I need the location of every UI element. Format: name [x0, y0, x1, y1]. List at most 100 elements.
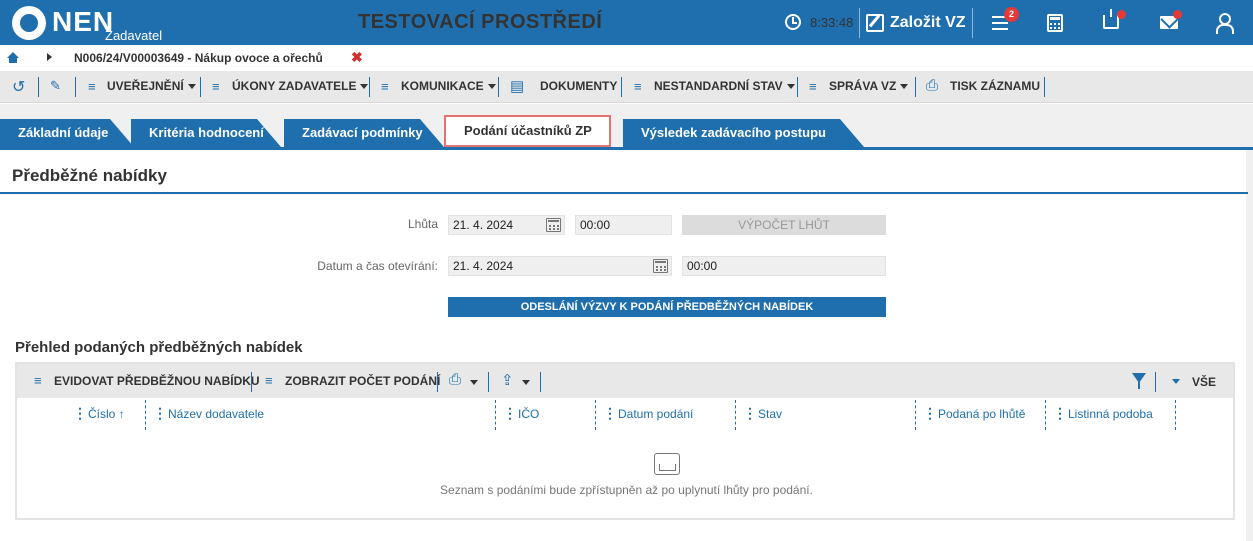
tab-conditions[interactable]: Zadávací podmínky [284, 119, 444, 147]
calendar-icon[interactable] [653, 259, 668, 273]
opening-time-field[interactable]: 00:00 [682, 256, 886, 276]
column-menu-icon[interactable]: ⋮ [743, 406, 757, 420]
calculator-icon[interactable] [1047, 14, 1063, 32]
record-offer-button[interactable]: EVIDOVAT PŘEDBĚŽNOU NABÍDKU [54, 374, 260, 388]
deadline-date-value: 21. 4. 2024 [453, 218, 514, 232]
list-icon: ≡ [381, 79, 389, 94]
toolbar-divider [488, 372, 489, 392]
column-submission-date[interactable]: Datum podání [618, 407, 693, 421]
chevron-down-icon [900, 84, 909, 90]
send-invitation-button[interactable]: ODESLÁNÍ VÝZVY K PODÁNÍ PŘEDBĚŽNÝCH NABÍ… [448, 297, 886, 317]
chevron-down-icon[interactable] [522, 380, 530, 385]
section-divider [0, 192, 1248, 194]
column-late-submission[interactable]: Podaná po lhůtě [938, 407, 1025, 421]
column-supplier-name[interactable]: Název dodavatele [168, 407, 264, 421]
opening-date-value: 21. 4. 2024 [453, 259, 514, 273]
opening-datetime-label: Datum a čas otevírání: [317, 259, 438, 273]
opening-date-field[interactable]: 21. 4. 2024 [448, 256, 672, 276]
toolbar-divider [1155, 372, 1156, 392]
user-icon[interactable] [1216, 13, 1234, 34]
chevron-down-icon [786, 84, 795, 90]
column-status[interactable]: Stav [758, 407, 782, 421]
export-icon[interactable]: ⇪ [501, 371, 514, 389]
chevron-down-icon [187, 84, 196, 90]
breadcrumb-title[interactable]: N006/24/V00003649 - Nákup ovoce a ořechů [74, 51, 323, 65]
deadline-label: Lhůta [407, 217, 438, 231]
session-time: 8:33:48 [810, 15, 854, 30]
publish-label: UVEŘEJNĚNÍ [107, 79, 184, 93]
environment-title: TESTOVACÍ PROSTŘEDÍ [358, 11, 603, 33]
print-icon[interactable]: ⎙ [449, 371, 461, 388]
grid-title: Přehled podaných předběžných nabídek [15, 339, 303, 356]
column-paper-form[interactable]: Listinná podoba [1068, 407, 1153, 421]
column-menu-icon[interactable]: ⋮ [1053, 406, 1067, 420]
deadline-time-field[interactable]: 00:00 [575, 215, 672, 235]
nonstandard-state-label: NESTANDARDNÍ STAV [654, 79, 783, 93]
calculate-deadlines-button[interactable]: VÝPOČET LHŮT [682, 215, 886, 235]
column-menu-icon[interactable]: ⋮ [503, 406, 517, 420]
clock-icon [785, 14, 801, 30]
toolbar-divider [75, 77, 76, 97]
toolbar-divider [437, 372, 438, 392]
tab-submissions[interactable]: Podání účastníků ZP [444, 115, 611, 147]
refresh-icon[interactable]: ↺ [12, 77, 25, 97]
document-icon: ▤ [510, 78, 525, 95]
manage-menu[interactable]: SPRÁVA VZ [829, 79, 909, 93]
list-icon: ≡ [212, 79, 220, 94]
header-divider [859, 8, 860, 38]
communication-label: KOMUNIKACE [401, 79, 484, 93]
inbox-notification-dot [1117, 10, 1126, 19]
chevron-down-icon [360, 84, 369, 90]
chevron-down-icon [487, 84, 496, 90]
column-menu-icon[interactable]: ⋮ [73, 406, 87, 420]
chevron-down-icon[interactable] [470, 380, 478, 385]
print-icon: ⎙ [926, 77, 939, 94]
list-icon: ≡ [809, 79, 817, 94]
toolbar-divider [1044, 77, 1045, 97]
acts-label: ÚKONY ZADAVATELE [232, 79, 357, 93]
tabs-underline [0, 147, 1253, 150]
nen-logo-icon[interactable] [12, 6, 46, 40]
menu-badge: 2 [1004, 7, 1019, 22]
tab-criteria[interactable]: Kritéria hodnocení [131, 119, 281, 147]
column-menu-icon[interactable]: ⋮ [153, 406, 167, 420]
toolbar-divider [915, 77, 916, 97]
deadline-time-value: 00:00 [580, 218, 611, 232]
create-procurement-button[interactable]: Založit VZ [866, 10, 966, 36]
communication-menu[interactable]: KOMUNIKACE [401, 79, 496, 93]
list-icon: ≡ [88, 79, 96, 94]
show-count-button[interactable]: ZOBRAZIT POČET PODÁNÍ [285, 374, 440, 388]
documents-button[interactable]: DOKUMENTY [540, 79, 617, 93]
section-title: Předběžné nabídky [12, 166, 167, 185]
create-procurement-label: Založit VZ [890, 14, 966, 31]
calendar-icon[interactable] [546, 218, 561, 232]
mail-notification-dot [1173, 10, 1182, 19]
publish-menu[interactable]: UVEŘEJNĚNÍ [107, 79, 196, 93]
inbox-icon[interactable] [1103, 9, 1119, 29]
home-icon[interactable] [7, 52, 19, 64]
column-divider [915, 400, 916, 430]
column-divider [1045, 400, 1046, 430]
column-menu-icon[interactable]: ⋮ [603, 406, 617, 420]
manage-label: SPRÁVA VZ [829, 79, 897, 93]
acts-menu[interactable]: ÚKONY ZADAVATELE [232, 79, 369, 93]
list-icon: ≡ [634, 79, 642, 94]
column-ico[interactable]: IČO [518, 407, 539, 421]
pencil-icon[interactable]: ✎ [50, 78, 61, 94]
breadcrumb-arrow-icon [47, 53, 52, 61]
column-number[interactable]: Číslo ↑ [88, 407, 125, 421]
toolbar-divider [621, 77, 622, 97]
column-divider [595, 400, 596, 430]
list-icon: ≡ [34, 373, 42, 388]
column-menu-icon[interactable]: ⋮ [923, 406, 937, 420]
column-divider [735, 400, 736, 430]
close-icon[interactable]: ✖ [351, 49, 363, 66]
print-record-button[interactable]: TISK ZÁZNAMU [950, 79, 1040, 93]
tab-result[interactable]: Výsledek zadávacího postupu [623, 119, 864, 147]
filter-icon[interactable] [1132, 373, 1146, 389]
empty-tray-icon [654, 453, 680, 475]
all-filter-button[interactable]: VŠE [1192, 375, 1216, 389]
toolbar-divider [369, 77, 370, 97]
chevron-down-icon[interactable] [1172, 379, 1180, 384]
nonstandard-state-menu[interactable]: NESTANDARDNÍ STAV [654, 79, 795, 93]
